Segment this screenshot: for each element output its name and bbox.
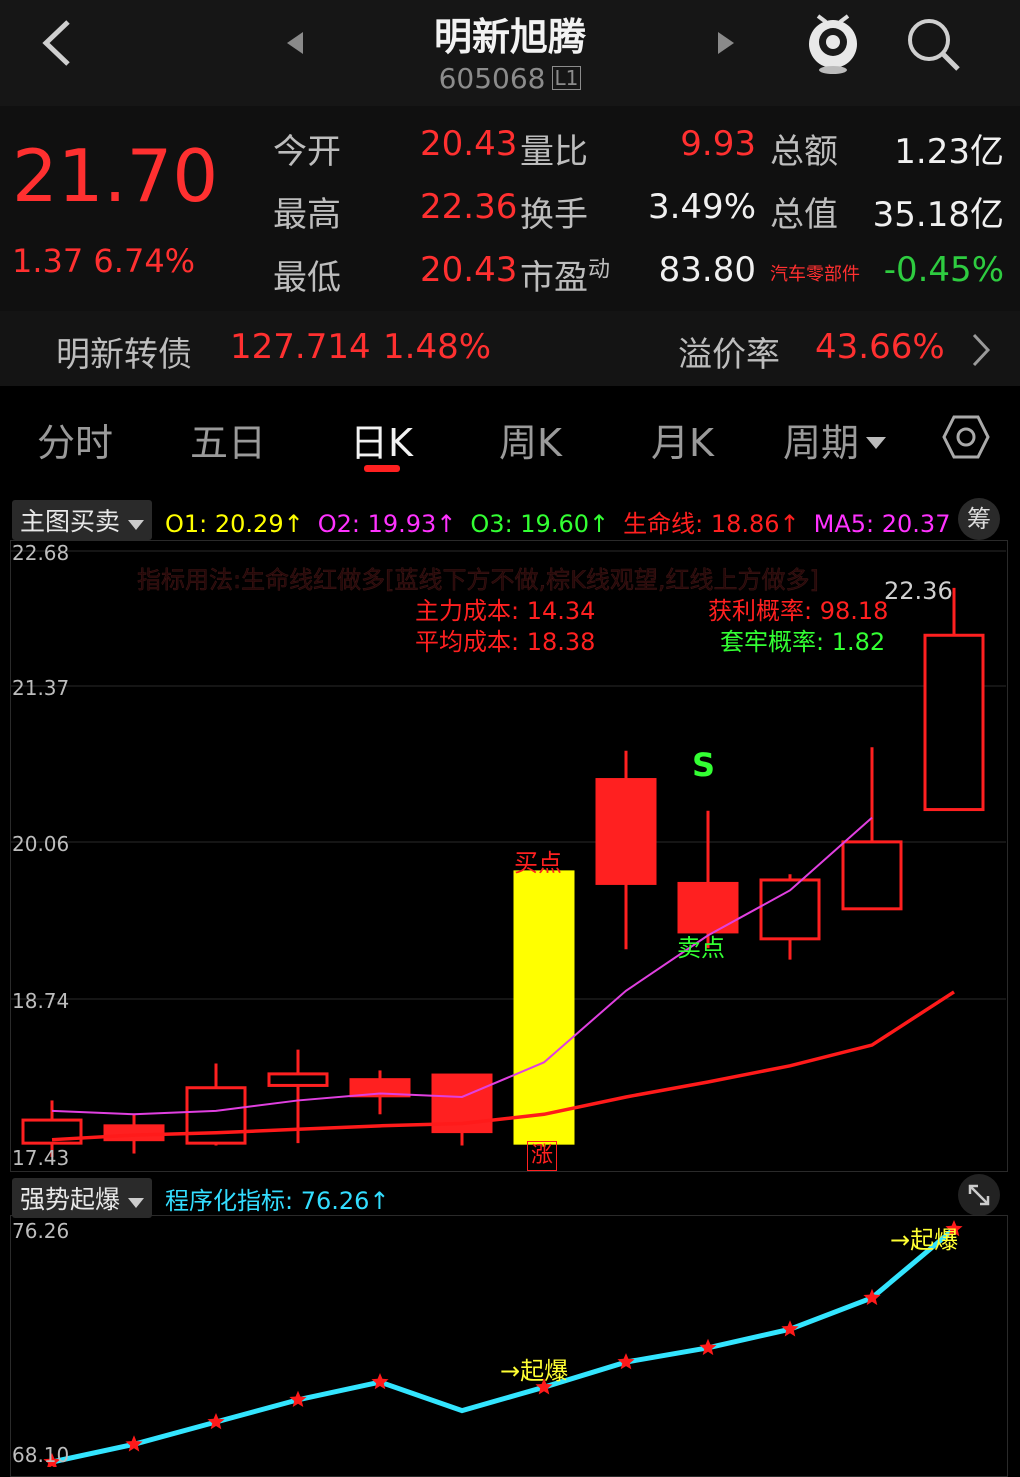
y-tick: 21.37 bbox=[12, 676, 70, 700]
candle-body bbox=[759, 878, 821, 941]
candle-body bbox=[267, 1072, 329, 1087]
signal-star-marker bbox=[125, 1435, 143, 1452]
signal-star-marker bbox=[371, 1373, 389, 1390]
signal-star-marker bbox=[781, 1320, 799, 1337]
limit-up-marker: 涨 bbox=[527, 1141, 557, 1171]
burst-arrow: → bbox=[890, 1226, 911, 1254]
burst-arrow: → bbox=[500, 1357, 521, 1385]
burst-text: 起爆 bbox=[520, 1357, 569, 1385]
y-tick: 18.74 bbox=[12, 989, 70, 1013]
candle-body bbox=[923, 633, 985, 812]
high-price-label: 22.36 bbox=[884, 577, 953, 605]
main-cost: 主力成本: 14.34 bbox=[415, 597, 596, 625]
signal-star-marker bbox=[699, 1338, 717, 1356]
sub-indicator-chart[interactable] bbox=[0, 1180, 1020, 1467]
signal-star-marker bbox=[207, 1413, 225, 1430]
indicator-line-series bbox=[51, 1227, 956, 1465]
burst-signal-label: →起爆 bbox=[500, 1351, 568, 1386]
profit-probability: 获利概率: 98.18 bbox=[708, 597, 889, 625]
candle-body bbox=[841, 840, 903, 911]
y-tick: 22.68 bbox=[12, 541, 70, 565]
y-tick: 20.06 bbox=[12, 832, 70, 856]
sub-y-tick: 68.10 bbox=[12, 1443, 70, 1467]
sell-signal-marker: S bbox=[692, 746, 716, 784]
trapped-probability: 套牢概率: 1.82 bbox=[720, 628, 886, 656]
sell-point-label: 卖点 bbox=[677, 934, 725, 962]
candle-body bbox=[513, 870, 575, 1145]
burst-text: 起爆 bbox=[910, 1226, 959, 1254]
indicator-usage-hint: 指标用法:生命线红做多[蓝线下方不做,棕K线观望,红线上方做多] bbox=[137, 566, 819, 595]
candle-body bbox=[595, 778, 657, 885]
buy-point-label: 买点 bbox=[514, 849, 562, 877]
y-tick: 17.43 bbox=[12, 1146, 70, 1170]
signal-star-marker bbox=[617, 1353, 635, 1370]
signal-star-marker bbox=[289, 1390, 307, 1407]
sub-y-tick: 76.26 bbox=[12, 1219, 70, 1243]
ma5-series bbox=[51, 816, 873, 1116]
average-cost: 平均成本: 18.38 bbox=[415, 628, 596, 656]
burst-signal-label: →起爆 bbox=[890, 1220, 958, 1255]
